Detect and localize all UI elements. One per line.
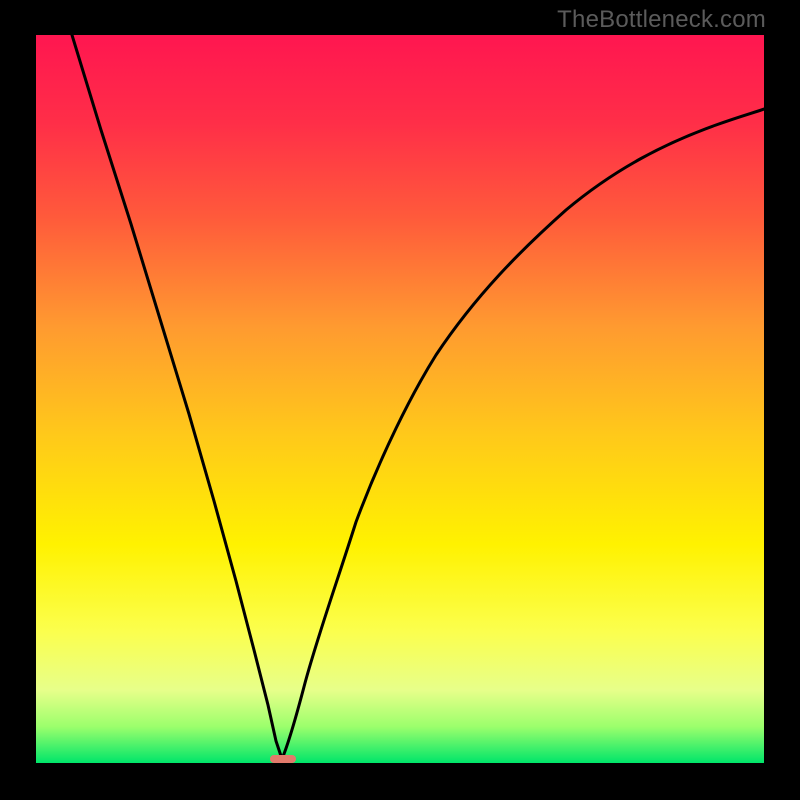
gradient-background (36, 35, 764, 763)
chart-frame: TheBottleneck.com (0, 0, 800, 800)
plot-area (36, 35, 764, 763)
cusp-marker (270, 755, 296, 763)
watermark-text: TheBottleneck.com (557, 6, 766, 34)
chart-svg (36, 35, 764, 763)
